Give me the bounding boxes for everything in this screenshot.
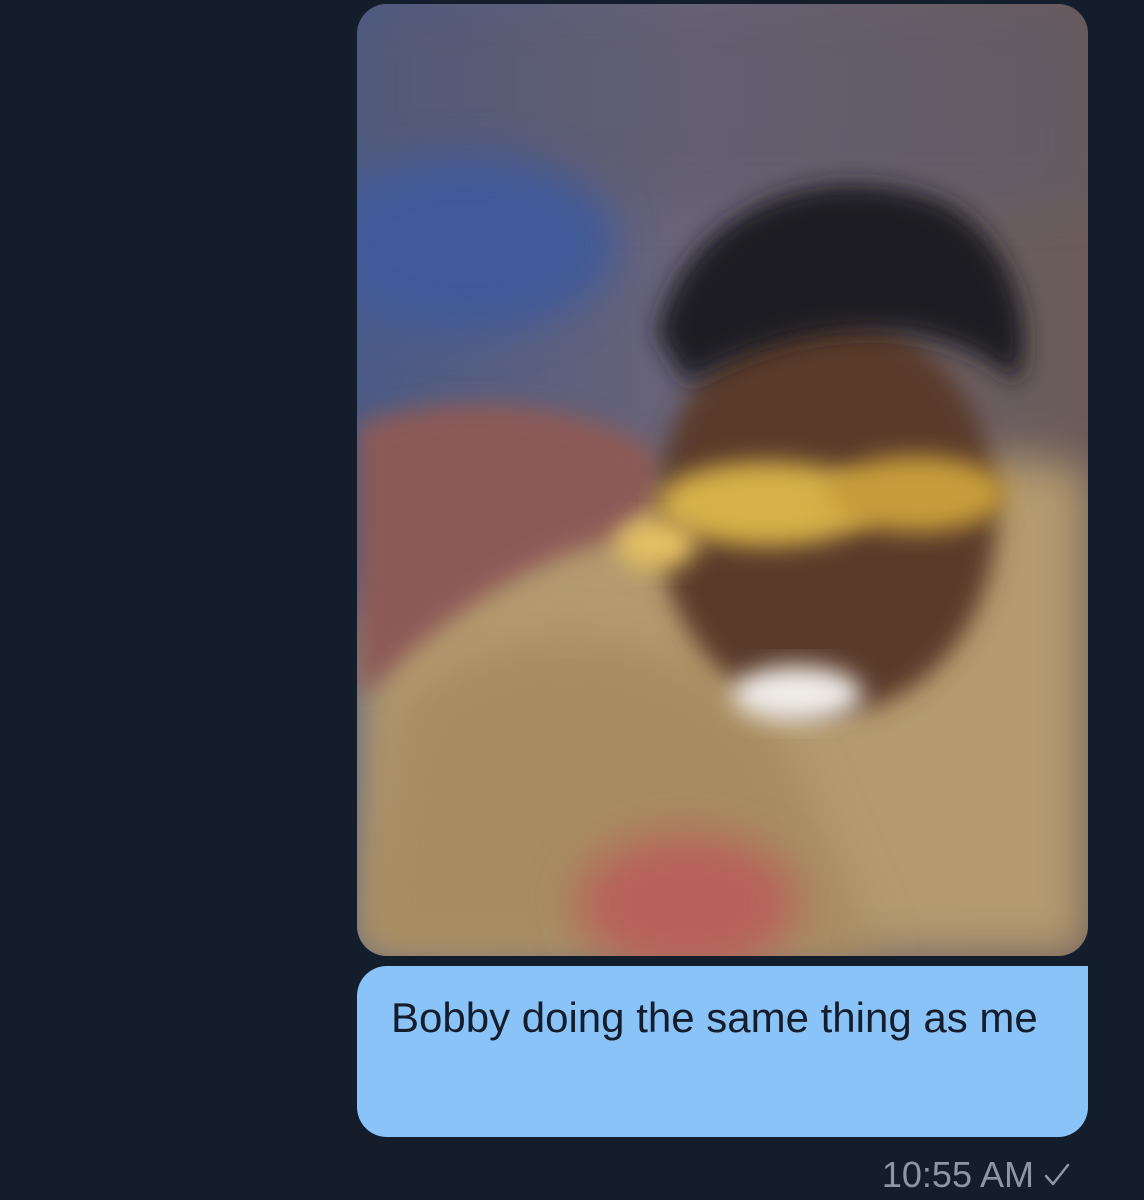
- photo-message[interactable]: [357, 4, 1088, 956]
- blurred-selfie-photo: [357, 4, 1088, 956]
- chat-screen: Bobby doing the same thing as me 10:55 A…: [0, 0, 1144, 1200]
- message-meta: 10:55 AM: [882, 1153, 1070, 1197]
- checkmark-icon: [1044, 1162, 1070, 1188]
- message-text: Bobby doing the same thing as me: [391, 994, 1038, 1041]
- text-message-bubble[interactable]: Bobby doing the same thing as me: [357, 966, 1088, 1137]
- timestamp: 10:55 AM: [881, 1154, 1034, 1195]
